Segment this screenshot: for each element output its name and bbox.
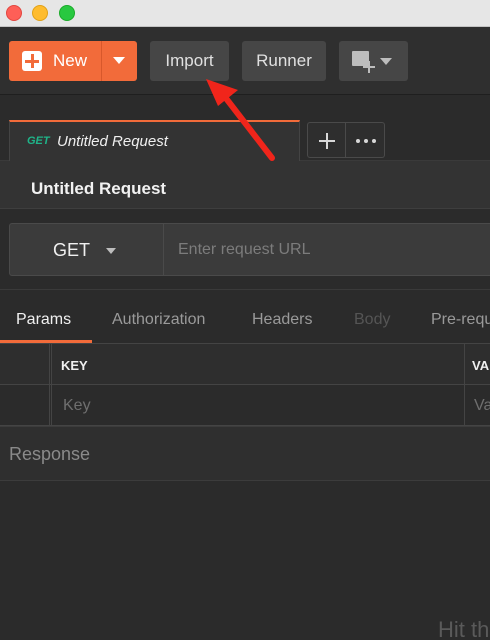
main-toolbar: New Import Runner <box>0 27 490 95</box>
url-bar: GET <box>9 223 490 276</box>
table-row: Key Va <box>0 385 490 426</box>
request-subtabs: Params Authorization Headers Body Pre-re… <box>0 290 490 343</box>
import-button[interactable]: Import <box>150 41 229 81</box>
key-placeholder: Key <box>63 397 91 414</box>
window-titlebar <box>0 0 490 27</box>
value-header-label: VA <box>472 358 490 373</box>
request-tab-strip: GET Untitled Request <box>0 96 490 161</box>
response-label: Response <box>9 444 91 464</box>
new-button[interactable]: New <box>9 41 137 81</box>
tab-headers[interactable]: Headers <box>252 311 312 329</box>
params-table: KEY VA Key Va <box>0 343 490 426</box>
zoom-window-button[interactable] <box>59 5 75 21</box>
value-placeholder: Va <box>474 397 490 414</box>
new-button-label: New <box>53 51 88 70</box>
request-name-bar: Untitled Request <box>0 161 490 209</box>
response-header: Response <box>0 426 490 481</box>
new-button-divider <box>101 41 102 81</box>
url-input[interactable] <box>165 224 490 275</box>
chevron-down-icon <box>106 248 116 254</box>
chevron-down-icon <box>380 58 392 65</box>
row-checkbox-cell[interactable] <box>0 385 50 425</box>
key-input[interactable]: Key <box>51 385 465 425</box>
value-column-header: VA <box>465 344 490 384</box>
tab-method-badge: GET <box>27 135 50 147</box>
close-window-button[interactable] <box>6 5 22 21</box>
tab-body: Body <box>354 311 391 328</box>
request-tab[interactable]: GET Untitled Request <box>9 120 300 161</box>
more-tabs-button[interactable] <box>346 122 385 158</box>
add-tab-button[interactable] <box>307 122 346 158</box>
plus-icon <box>363 61 375 73</box>
method-value: GET <box>53 240 91 260</box>
request-title[interactable]: Untitled Request <box>31 179 166 199</box>
runner-button[interactable]: Runner <box>242 41 326 81</box>
key-header-label: KEY <box>61 358 88 373</box>
method-select[interactable]: GET <box>10 224 164 275</box>
response-hint-text: Hit th <box>438 617 490 640</box>
select-column-header <box>0 344 50 384</box>
tab-authorization[interactable]: Authorization <box>112 311 205 329</box>
plus-icon <box>22 51 42 71</box>
tab-params[interactable]: Params <box>16 311 71 329</box>
tab-pre-request[interactable]: Pre-requ <box>431 311 490 329</box>
chevron-down-icon[interactable] <box>113 57 125 64</box>
table-header-row: KEY VA <box>0 344 490 385</box>
key-column-header: KEY <box>51 344 465 384</box>
value-input[interactable]: Va <box>465 385 490 425</box>
new-window-button[interactable] <box>339 41 408 81</box>
tab-title: Untitled Request <box>57 133 168 150</box>
minimize-window-button[interactable] <box>32 5 48 21</box>
more-dots-icon <box>356 139 376 143</box>
